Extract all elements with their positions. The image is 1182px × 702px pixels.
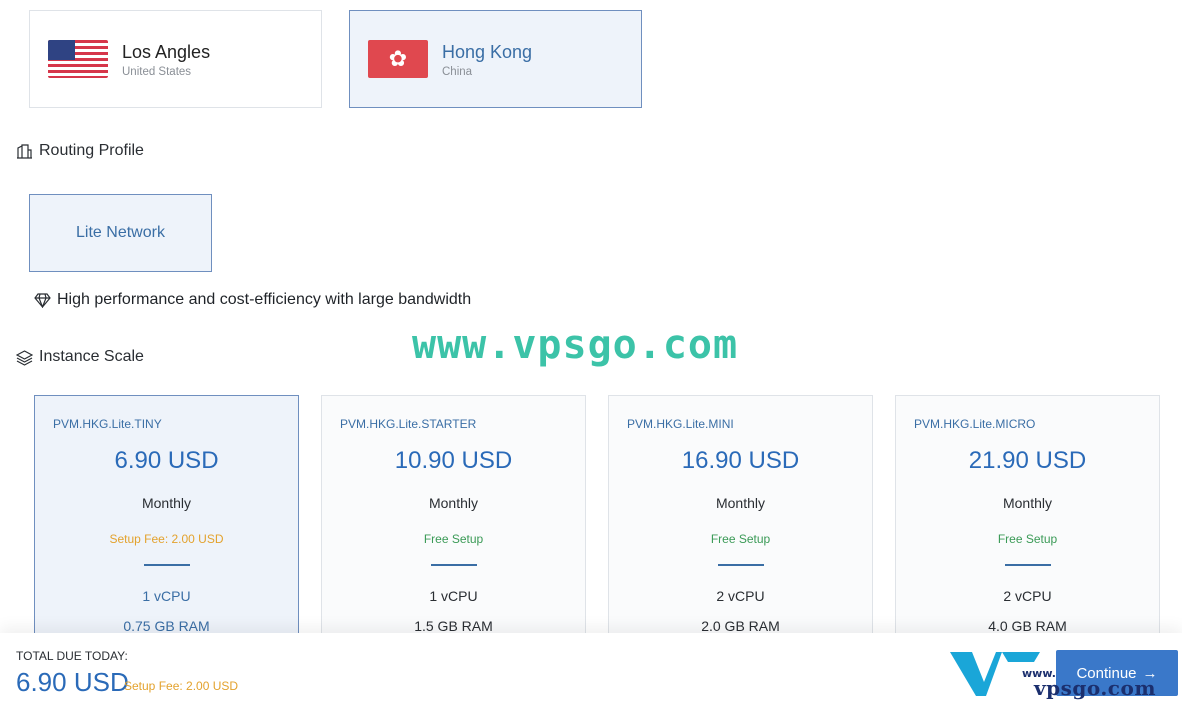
plan-card-mini[interactable]: PVM.HKG.Lite.MINI 16.90 USD Monthly Free… [608,395,873,645]
building-icon [17,143,32,159]
plan-card-micro[interactable]: PVM.HKG.Lite.MICRO 21.90 USD Monthly Fre… [895,395,1160,645]
plan-setup-fee: Free Setup [710,532,771,546]
plan-cpu: 2 vCPU [1003,588,1052,604]
plan-setup-fee: Free Setup [997,532,1058,546]
instance-scale-title: Instance Scale [39,348,144,365]
routing-profile-title: Routing Profile [39,142,144,159]
plan-card-tiny[interactable]: PVM.HKG.Lite.TINY 6.90 USD Monthly Setup… [34,395,299,645]
layers-icon [16,349,33,366]
location-text: Los Angles United States [122,41,210,78]
location-name: Los Angles [122,41,211,62]
routing-description-text: High performance and cost-efficiency wit… [57,291,472,308]
location-country: China [442,65,473,78]
plan-billing-cycle: Monthly [715,495,766,511]
plan-price: 6.90 USD [114,447,219,474]
plan-ram: 0.75 GB RAM [123,618,210,634]
plan-price: 16.90 USD [681,447,800,474]
plan-cpu: 2 vCPU [716,588,765,604]
plan-billing-cycle: Monthly [141,495,192,511]
instance-scale-heading: Instance Scale [16,348,144,366]
location-card-hong-kong[interactable]: ✿ Hong Kong China [349,10,642,108]
plan-setup-fee: Free Setup [423,532,484,546]
routing-profile-heading: Routing Profile [16,142,144,160]
plan-name: PVM.HKG.Lite.TINY [53,417,162,431]
routing-description: High performance and cost-efficiency wit… [34,291,471,309]
plan-ram: 2.0 GB RAM [701,618,780,634]
location-text: Hong Kong China [442,41,532,78]
plan-price: 21.90 USD [968,447,1087,474]
plan-cpu: 1 vCPU [429,588,478,604]
plan-card-starter[interactable]: PVM.HKG.Lite.STARTER 10.90 USD Monthly F… [321,395,586,645]
total-due-label: TOTAL DUE TODAY: [16,649,128,663]
plan-billing-cycle: Monthly [428,495,479,511]
diamond-icon [34,292,51,308]
logo-main-text: vpsgo.com [1034,676,1156,700]
total-setup-fee: Setup Fee: 2.00 USD [124,679,239,693]
hk-flag-icon: ✿ [368,40,428,78]
plan-billing-cycle: Monthly [1002,495,1053,511]
plan-divider [143,564,190,566]
plan-name: PVM.HKG.Lite.MICRO [914,417,1036,431]
plan-cpu: 1 vCPU [142,588,191,604]
plan-ram: 1.5 GB RAM [414,618,493,634]
location-country: United States [122,65,192,78]
us-flag-icon [48,40,108,78]
plan-ram: 4.0 GB RAM [988,618,1067,634]
location-card-los-angeles[interactable]: Los Angles United States [29,10,322,108]
location-name: Hong Kong [442,41,533,62]
plan-name: PVM.HKG.Lite.MINI [627,417,734,431]
total-due-amount: 6.90 USD [16,667,129,697]
plan-divider [717,564,764,566]
plan-divider [1004,564,1051,566]
plan-divider [430,564,477,566]
plan-name: PVM.HKG.Lite.STARTER [340,417,477,431]
routing-option-lite-network[interactable]: Lite Network [29,194,212,272]
plan-setup-fee: Setup Fee: 2.00 USD [109,532,224,546]
watermark-text: www.vpsgo.com [412,322,739,368]
plan-price: 10.90 USD [394,447,513,474]
